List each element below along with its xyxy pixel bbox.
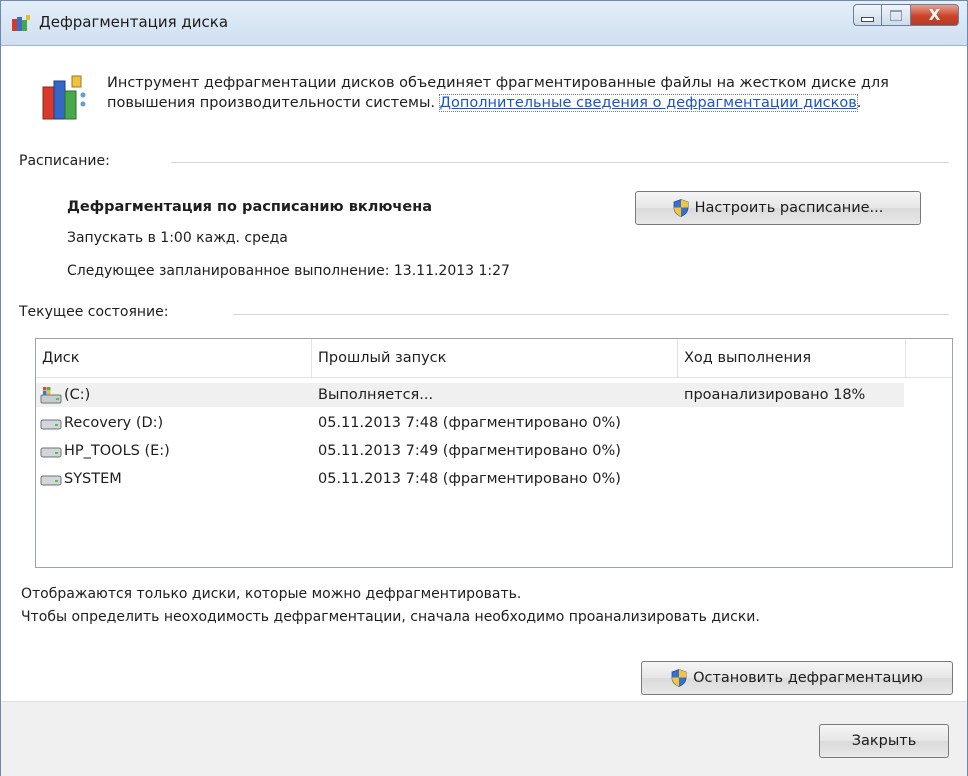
maximize-button[interactable]: [882, 4, 911, 26]
disk-row[interactable]: HP_TOOLS (E:) 05.11.2013 7:49 (фрагменти…: [36, 439, 952, 463]
disk-last-run: 05.11.2013 7:49 (фрагментировано 0%): [318, 443, 621, 459]
disk-row[interactable]: Recovery (D:) 05.11.2013 7:48 (фрагменти…: [36, 411, 952, 435]
maximize-icon: [890, 9, 902, 21]
close-button-label: Закрыть: [851, 733, 917, 749]
defrag-window: Дефрагментация диска X Инструмент дефраг…: [0, 0, 968, 776]
intro-description: Инструмент дефрагментации дисков объедин…: [107, 73, 947, 113]
defrag-app-icon: [12, 15, 30, 31]
drive-icon: [40, 475, 62, 486]
info-line-analyze: Чтобы определить неоходимость дефрагмент…: [21, 609, 760, 625]
close-button[interactable]: Закрыть: [819, 724, 949, 758]
drive-icon: [40, 419, 62, 430]
current-status-divider: [233, 314, 949, 315]
configure-schedule-button[interactable]: Настроить расписание...: [635, 191, 921, 225]
current-status-section-label: Текущее состояние:: [19, 304, 169, 320]
uac-shield-icon: [673, 199, 688, 217]
intro-suffix: .: [856, 95, 862, 111]
minimize-icon: [861, 16, 874, 22]
system-drive-icon: [40, 387, 62, 404]
disk-name: SYSTEM: [64, 471, 122, 487]
disk-name: (C:): [64, 387, 91, 403]
title-bar[interactable]: Дефрагментация диска X: [1, 1, 967, 46]
schedule-status: Дефрагментация по расписанию включена: [67, 199, 433, 215]
schedule-next-run: Следующее запланированное выполнение: 13…: [67, 263, 510, 279]
disk-list-header: Диск Прошлый запуск Ход выполнения: [36, 339, 952, 378]
more-info-link[interactable]: Дополнительные сведения о дефрагментации…: [438, 94, 858, 112]
schedule-run-text: Запускать в 1:00 кажд. среда: [67, 230, 288, 246]
disk-last-run: 05.11.2013 7:48 (фрагментировано 0%): [318, 415, 621, 431]
window-controls: X: [853, 4, 959, 26]
disk-last-run: 05.11.2013 7:48 (фрагментировано 0%): [318, 471, 621, 487]
disk-row[interactable]: (C:) Выполняется... проанализировано 18%: [36, 383, 952, 407]
disk-last-run: Выполняется...: [318, 387, 434, 403]
dialog-footer: Закрыть: [1, 701, 967, 776]
schedule-divider: [171, 162, 949, 163]
column-header-disk[interactable]: Диск: [36, 339, 312, 377]
column-header-last-run[interactable]: Прошлый запуск: [312, 339, 678, 377]
column-header-progress[interactable]: Ход выполнения: [678, 339, 906, 377]
disk-name: HP_TOOLS (E:): [64, 443, 170, 459]
uac-shield-icon: [671, 669, 687, 687]
window-title: Дефрагментация диска: [39, 13, 229, 31]
drive-icon: [40, 447, 62, 458]
stop-defrag-button[interactable]: Остановить дефрагментацию: [641, 661, 953, 695]
disk-row[interactable]: SYSTEM 05.11.2013 7:48 (фрагментировано …: [36, 467, 952, 491]
close-window-button[interactable]: X: [911, 4, 959, 26]
disk-list[interactable]: Диск Прошлый запуск Ход выполнения (C:) …: [35, 338, 953, 568]
minimize-button[interactable]: [853, 4, 882, 26]
defrag-tool-icon: [42, 75, 86, 120]
configure-schedule-label: Настроить расписание...: [694, 200, 884, 216]
schedule-section-label: Расписание:: [19, 153, 110, 169]
info-line-defragmentable: Отображаются только диски, которые можно…: [21, 586, 522, 602]
disk-progress: проанализировано 18%: [684, 387, 866, 403]
close-icon: X: [928, 6, 941, 24]
stop-defrag-label: Остановить дефрагментацию: [693, 670, 923, 686]
disk-name: Recovery (D:): [64, 415, 164, 431]
